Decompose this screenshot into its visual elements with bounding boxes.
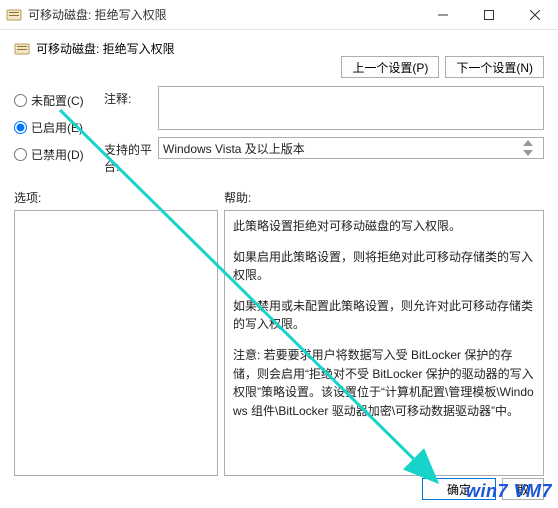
radio-disabled[interactable]: 已禁用(D): [14, 146, 104, 163]
radio-not-configured[interactable]: 未配置(C): [14, 92, 104, 109]
setting-title-row: 可移动磁盘: 拒绝写入权限: [14, 40, 175, 57]
options-pane: [14, 210, 218, 476]
nav-buttons: 上一个设置(P) 下一个设置(N): [341, 56, 544, 78]
supported-platform-box: Windows Vista 及以上版本: [158, 137, 544, 159]
help-text: 注意: 若要要求用户将数据写入受 BitLocker 保护的存储，则会启用“拒绝…: [233, 346, 535, 420]
help-pane: 此策略设置拒绝对可移动磁盘的写入权限。 如果启用此策略设置，则将拒绝对此可移动存…: [224, 210, 544, 476]
radio-label: 已启用(E): [31, 119, 83, 136]
minimize-button[interactable]: [420, 0, 466, 30]
platform-value: Windows Vista 及以上版本: [163, 140, 305, 157]
window-title: 可移动磁盘: 拒绝写入权限: [28, 6, 420, 23]
window-controls: [420, 0, 558, 30]
help-text: 如果启用此策略设置，则将拒绝对此可移动存储类的写入权限。: [233, 248, 535, 285]
help-text: 此策略设置拒绝对可移动磁盘的写入权限。: [233, 217, 535, 236]
maximize-button[interactable]: [466, 0, 512, 30]
policy-icon: [14, 41, 30, 57]
comment-label: 注释:: [104, 86, 158, 107]
prev-setting-button[interactable]: 上一个设置(P): [341, 56, 439, 78]
comment-textarea[interactable]: [158, 86, 544, 130]
watermark: win7 VM7: [466, 481, 552, 502]
radio-label: 未配置(C): [31, 92, 84, 109]
scrollbar-icon[interactable]: [523, 140, 539, 156]
help-text: 如果禁用或未配置此策略设置，则允许对此可移动存储类的写入权限。: [233, 297, 535, 334]
titlebar: 可移动磁盘: 拒绝写入权限: [0, 0, 558, 30]
pane-headers: 选项: 帮助:: [14, 189, 544, 206]
help-label: 帮助:: [224, 189, 251, 206]
setting-header: 可移动磁盘: 拒绝写入权限 上一个设置(P) 下一个设置(N): [14, 40, 544, 78]
radio-label: 已禁用(D): [31, 146, 84, 163]
radio-enabled[interactable]: 已启用(E): [14, 119, 104, 136]
setting-name: 可移动磁盘: 拒绝写入权限: [36, 40, 175, 57]
options-label: 选项:: [14, 189, 224, 206]
platform-label: 支持的平台:: [104, 137, 158, 175]
state-radio-group: 未配置(C) 已启用(E) 已禁用(D): [14, 86, 104, 175]
next-setting-button[interactable]: 下一个设置(N): [445, 56, 544, 78]
policy-icon: [6, 7, 22, 23]
close-button[interactable]: [512, 0, 558, 30]
